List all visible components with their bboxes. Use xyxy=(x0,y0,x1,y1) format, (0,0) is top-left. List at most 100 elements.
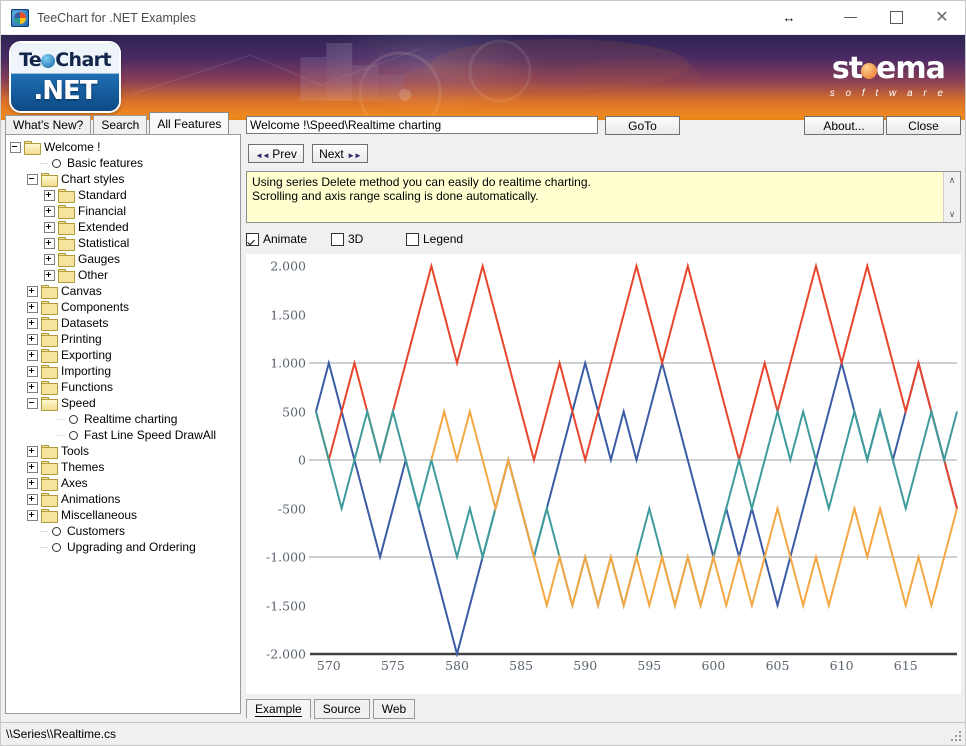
tree-item-animations[interactable]: Animations xyxy=(10,491,240,507)
checkbox-3d-box[interactable] xyxy=(331,232,344,246)
minimize-button[interactable] xyxy=(827,1,873,34)
checkbox-legend[interactable]: Legend xyxy=(406,232,463,246)
tree-item-welcome[interactable]: Welcome ! xyxy=(10,139,240,155)
tree-expand-icon[interactable] xyxy=(27,301,38,313)
tree-expand-icon[interactable] xyxy=(27,509,38,521)
tree-item-canvas[interactable]: Canvas xyxy=(10,283,240,299)
about-button[interactable]: About... xyxy=(804,116,884,135)
tree-item-label: Printing xyxy=(61,332,102,346)
tree-item-tools[interactable]: Tools xyxy=(10,443,240,459)
tree-expand-icon[interactable] xyxy=(44,269,55,281)
tab-web[interactable]: Web xyxy=(372,699,416,719)
tree-collapse-icon[interactable] xyxy=(10,141,21,153)
folder-icon xyxy=(24,141,41,155)
tab-example[interactable]: Example xyxy=(246,699,311,719)
prev-button[interactable]: ◄◄ Prev xyxy=(248,144,304,163)
resize-grip-icon[interactable] xyxy=(949,729,963,743)
tree-item-label: Tools xyxy=(61,444,90,458)
tree-item-speed[interactable]: Speed xyxy=(10,395,240,411)
tree-item-printing[interactable]: Printing xyxy=(10,331,240,347)
resize-arrow-icon[interactable]: ↔ xyxy=(769,1,809,34)
tree-collapse-icon[interactable] xyxy=(27,173,38,185)
tree-item-other[interactable]: Other xyxy=(10,267,240,283)
scroll-up-icon[interactable]: ∧ xyxy=(944,172,960,188)
tree-item-components[interactable]: Components xyxy=(10,299,240,315)
tab-whats-new[interactable]: What's New? xyxy=(5,115,92,134)
tree-item-exporting[interactable]: Exporting xyxy=(10,347,240,363)
chart-series-2 xyxy=(315,262,958,509)
tree-expand-icon[interactable] xyxy=(27,461,38,473)
folder-icon xyxy=(41,349,58,363)
maximize-button[interactable] xyxy=(873,1,919,34)
folder-icon xyxy=(41,397,58,411)
tree-item-miscellaneous[interactable]: Miscellaneous xyxy=(10,507,240,523)
close-button[interactable]: ✕ xyxy=(919,1,965,34)
tree-expand-icon[interactable] xyxy=(27,317,38,329)
tree-item-label: Customers xyxy=(67,524,126,538)
chart-x-tick-label: 575 xyxy=(380,658,405,673)
tab-search[interactable]: Search xyxy=(93,115,148,134)
tree-expand-icon[interactable] xyxy=(27,285,38,297)
tree-expand-icon[interactable] xyxy=(27,445,38,457)
chart-canvas xyxy=(309,262,958,658)
description-line-2: Scrolling and axis range scaling is done… xyxy=(252,189,539,203)
tree-item-label: Chart styles xyxy=(61,172,125,186)
tree-item-label: Welcome ! xyxy=(44,140,101,154)
feature-tree-panel[interactable]: Welcome ! ··· Basic features Chart styles St… xyxy=(5,134,241,714)
tree-expand-icon[interactable] xyxy=(44,237,55,249)
tree-expand-icon[interactable] xyxy=(44,221,55,233)
tab-source[interactable]: Source xyxy=(313,699,370,719)
folder-icon xyxy=(41,173,58,187)
tree-item-chart-styles[interactable]: Chart styles xyxy=(10,171,240,187)
folder-icon xyxy=(58,253,75,267)
tree-item-themes[interactable]: Themes xyxy=(10,459,240,475)
path-input[interactable] xyxy=(246,116,598,134)
tree-item-label: Canvas xyxy=(61,284,102,298)
tab-all-features[interactable]: All Features xyxy=(149,112,230,134)
tree-item-fast-line-speed-drawall[interactable]: ··· Fast Line Speed DrawAll xyxy=(10,427,240,443)
tree-expand-icon[interactable] xyxy=(27,477,38,489)
description-scrollbar[interactable]: ∧ ∨ xyxy=(943,172,960,222)
tree-item-upgrading-and-ordering[interactable]: ··· Upgrading and Ordering xyxy=(10,539,240,555)
realtime-chart[interactable]: 2.000 1.500 1.000 500 0 -500 -1.000 -1.500 -2.00… xyxy=(246,254,961,694)
tree-item-realtime-charting[interactable]: ··· Realtime charting xyxy=(10,411,240,427)
tree-expand-icon[interactable] xyxy=(27,493,38,505)
tree-expand-icon[interactable] xyxy=(27,381,38,393)
tree-item-financial[interactable]: Financial xyxy=(10,203,240,219)
folder-icon xyxy=(41,365,58,379)
tree-expand-icon[interactable] xyxy=(44,253,55,265)
tree-item-importing[interactable]: Importing xyxy=(10,363,240,379)
tree-item-functions[interactable]: Functions xyxy=(10,379,240,395)
checkbox-animate[interactable]: Animate xyxy=(246,232,331,246)
tree-item-label: Financial xyxy=(78,204,127,218)
tree-item-customers[interactable]: ··· Customers xyxy=(10,523,240,539)
tab-example-label: Example xyxy=(255,702,302,717)
tree-item-label: Functions xyxy=(61,380,114,394)
banner-artwork xyxy=(130,38,700,117)
checkbox-legend-box[interactable] xyxy=(406,232,419,246)
tree-item-extended[interactable]: Extended xyxy=(10,219,240,235)
checkbox-3d[interactable]: 3D xyxy=(331,232,406,246)
close-dialog-button[interactable]: Close xyxy=(886,116,961,135)
tree-item-gauges[interactable]: Gauges xyxy=(10,251,240,267)
scroll-down-icon[interactable]: ∨ xyxy=(944,206,960,222)
tree-item-datasets[interactable]: Datasets xyxy=(10,315,240,331)
tree-item-basic-features[interactable]: ··· Basic features xyxy=(10,155,240,171)
tree-item-standard[interactable]: Standard xyxy=(10,187,240,203)
chart-x-tick-label: 580 xyxy=(445,658,469,673)
goto-button[interactable]: GoTo xyxy=(605,116,680,135)
tree-expand-icon[interactable] xyxy=(27,333,38,345)
tree-item-statistical[interactable]: Statistical xyxy=(10,235,240,251)
steema-subtitle: s o f t w a r e xyxy=(829,88,947,99)
tree-collapse-icon[interactable] xyxy=(27,397,38,409)
tree-item-label: Standard xyxy=(78,188,127,202)
folder-icon xyxy=(41,493,58,507)
tree-item-axes[interactable]: Axes xyxy=(10,475,240,491)
next-button[interactable]: Next ►► xyxy=(312,144,368,163)
tree-expand-icon[interactable] xyxy=(27,365,38,377)
tree-expand-icon[interactable] xyxy=(44,205,55,217)
checkbox-animate-box[interactable] xyxy=(246,232,259,246)
tree-expand-icon[interactable] xyxy=(44,189,55,201)
tree-expand-icon[interactable] xyxy=(27,349,38,361)
tree-item-label: Fast Line Speed DrawAll xyxy=(84,428,217,442)
